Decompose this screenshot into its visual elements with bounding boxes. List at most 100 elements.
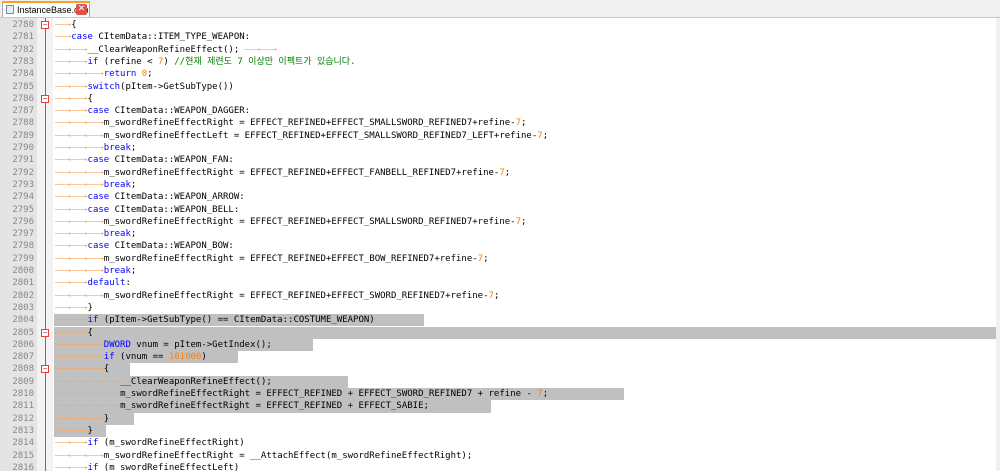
code-line[interactable]: 2814 ——→——→if (m_swordRefineEffectRight) bbox=[0, 437, 1000, 449]
code-line[interactable]: 2791 ——→——→case CItemData::WEAPON_FAN: bbox=[0, 154, 1000, 166]
code-line[interactable]: 2795 ——→——→case CItemData::WEAPON_BELL: bbox=[0, 204, 1000, 216]
line-number: 2793 bbox=[12, 179, 34, 190]
code-text: ——→——→——→m_swordRefineEffectRight = __At… bbox=[55, 450, 473, 461]
selection-highlight bbox=[54, 326, 1000, 339]
vertical-scrollbar[interactable] bbox=[996, 18, 1000, 471]
code-text: ——→{ bbox=[55, 20, 77, 30]
code-text: ——→——→case CItemData::WEAPON_FAN: bbox=[55, 155, 234, 166]
code-line[interactable]: 2807 ——→——→——→if (vnum == 101000) bbox=[0, 351, 1000, 364]
code-text: ——→——→——→m_swordRefineEffectLeft = EFFEC… bbox=[55, 130, 549, 141]
line-number: 2782 bbox=[12, 44, 34, 55]
code-line[interactable]: 2793 ——→——→——→break; bbox=[0, 179, 1000, 191]
code-text: ——→——→case CItemData::WEAPON_DAGGER: bbox=[55, 106, 251, 117]
code-text: ——→——→{ bbox=[55, 327, 93, 338]
code-line[interactable]: 2803 ——→——→} bbox=[0, 302, 1000, 314]
code-line[interactable]: 2789 ——→——→——→m_swordRefineEffectLeft = E… bbox=[0, 130, 1000, 142]
code-line[interactable]: 2784 ——→——→——→return 0; bbox=[0, 68, 1000, 80]
line-number: 2785 bbox=[12, 81, 34, 92]
code-line[interactable]: 2815 ——→——→——→m_swordRefineEffectRight = … bbox=[0, 450, 1000, 462]
code-text: ——→——→——→m_swordRefineEffectRight = EFFE… bbox=[55, 118, 527, 129]
line-number: 2807 bbox=[12, 352, 34, 363]
code-line[interactable]: 2790 ——→——→——→break; bbox=[0, 142, 1000, 154]
code-line[interactable]: 2809 ——→——→——→——→__ClearWeaponRefineEffec… bbox=[0, 375, 1000, 388]
code-line[interactable]: 2781 ——→case CItemData::ITEM_TYPE_WEAPON: bbox=[0, 31, 1000, 43]
code-text: ——→——→——→break; bbox=[55, 179, 137, 190]
code-text: ——→——→——→m_swordRefineEffectRight = EFFE… bbox=[55, 167, 511, 178]
code-line[interactable]: 2805− ——→——→{ bbox=[0, 326, 1000, 339]
code-text: ——→——→case CItemData::WEAPON_ARROW: bbox=[55, 192, 245, 203]
code-text: ——→——→——→——→m_swordRefineEffectRight = E… bbox=[55, 389, 549, 399]
line-number: 2800 bbox=[12, 266, 34, 276]
code-line[interactable]: 2788 ——→——→——→m_swordRefineEffectRight = … bbox=[0, 117, 1000, 129]
line-number: 2796 bbox=[12, 216, 34, 227]
code-text: ——→——→——→{ bbox=[55, 364, 110, 375]
line-number: 2790 bbox=[12, 143, 34, 153]
code-line[interactable]: 2799 ——→——→——→m_swordRefineEffectRight = … bbox=[0, 253, 1000, 265]
code-line[interactable]: 2782 ——→——→__ClearWeaponRefineEffect(); —… bbox=[0, 44, 1000, 56]
fold-toggle-icon[interactable]: − bbox=[41, 365, 49, 374]
line-number: 2815 bbox=[12, 450, 34, 461]
line-number: 2808 bbox=[12, 364, 34, 375]
code-text: ——→——→——→m_swordRefineEffectRight = EFFE… bbox=[55, 216, 527, 227]
code-line[interactable]: 2787 ——→——→case CItemData::WEAPON_DAGGER: bbox=[0, 105, 1000, 117]
code-text: ——→——→switch(pItem->GetSubType()) bbox=[55, 81, 234, 92]
line-number: 2814 bbox=[12, 438, 34, 449]
code-text: ——→——→if (m_swordRefineEffectLeft) bbox=[55, 462, 240, 471]
line-number: 2810 bbox=[12, 389, 34, 399]
line-number: 2801 bbox=[12, 278, 34, 289]
code-line[interactable]: 2798 ——→——→case CItemData::WEAPON_BOW: bbox=[0, 240, 1000, 252]
line-number: 2795 bbox=[12, 204, 34, 215]
code-line[interactable]: 2786− ——→——→{ bbox=[0, 93, 1000, 105]
code-line[interactable]: 2796 ——→——→——→m_swordRefineEffectRight = … bbox=[0, 216, 1000, 228]
code-line[interactable]: 2797 ——→——→——→break; bbox=[0, 228, 1000, 240]
line-number: 2804 bbox=[12, 315, 34, 326]
code-text: ——→——→} bbox=[55, 302, 93, 313]
code-line[interactable]: 2811 ——→——→——→——→m_swordRefineEffectRight… bbox=[0, 400, 1000, 413]
code-line[interactable]: 2806 ——→——→——→DWORD vnum = pItem->GetInde… bbox=[0, 338, 1000, 352]
code-text: ——→——→——→m_swordRefineEffectRight = EFFE… bbox=[55, 290, 500, 301]
line-number: 2786 bbox=[12, 93, 34, 104]
code-line[interactable]: 2794 ——→——→case CItemData::WEAPON_ARROW: bbox=[0, 191, 1000, 203]
code-line[interactable]: 2812 ——→——→——→} bbox=[0, 412, 1000, 425]
code-editor[interactable]: 2780− ——→{2781 ——→case CItemData::ITEM_TYP… bbox=[0, 18, 1000, 471]
line-number: 2816 bbox=[12, 462, 34, 471]
code-line[interactable]: 2810 ——→——→——→——→m_swordRefineEffectRight… bbox=[0, 388, 1000, 401]
fold-toggle-icon[interactable]: − bbox=[41, 328, 49, 337]
fold-toggle-icon[interactable]: − bbox=[41, 94, 49, 103]
line-number: 2789 bbox=[12, 130, 34, 141]
line-number: 2780 bbox=[12, 20, 34, 30]
code-line[interactable]: 2800 ——→——→——→break; bbox=[0, 265, 1000, 277]
line-number: 2805 bbox=[12, 327, 34, 338]
code-line[interactable]: 2792 ——→——→——→m_swordRefineEffectRight = … bbox=[0, 167, 1000, 179]
code-text: ——→——→——→m_swordRefineEffectRight = EFFE… bbox=[55, 253, 489, 264]
line-number: 2797 bbox=[12, 229, 34, 240]
code-line[interactable]: 2808− ——→——→——→{ bbox=[0, 363, 1000, 376]
line-number: 2811 bbox=[12, 401, 34, 412]
code-line[interactable]: 2813 ——→——→} bbox=[0, 424, 1000, 438]
line-number: 2812 bbox=[12, 413, 34, 424]
close-icon[interactable]: ✕ bbox=[76, 4, 87, 15]
code-text: ——→——→——→break; bbox=[55, 266, 137, 276]
code-line[interactable]: 2802 ——→——→——→m_swordRefineEffectRight = … bbox=[0, 290, 1000, 302]
code-line[interactable]: 2804 ——→——→if (pItem->GetSubType() == CIt… bbox=[0, 314, 1000, 327]
line-number: 2783 bbox=[12, 56, 34, 67]
line-number: 2809 bbox=[12, 376, 34, 387]
code-line[interactable]: 2780− ——→{ bbox=[0, 19, 1000, 31]
fold-toggle-icon[interactable]: − bbox=[41, 21, 49, 29]
code-line[interactable]: 2801 ——→——→default: bbox=[0, 277, 1000, 289]
line-number: 2798 bbox=[12, 241, 34, 252]
tab-instancebase[interactable]: InstanceBase.cpp ✕ bbox=[2, 1, 90, 17]
code-text: ——→——→——→DWORD vnum = pItem->GetIndex(); bbox=[55, 339, 272, 350]
code-text: ——→case CItemData::ITEM_TYPE_WEAPON: bbox=[55, 32, 251, 43]
line-number: 2788 bbox=[12, 118, 34, 129]
code-text: ——→——→if (pItem->GetSubType() == CItemDa… bbox=[55, 315, 375, 326]
code-text: ——→——→——→——→__ClearWeaponRefineEffect(); bbox=[55, 376, 272, 387]
code-text: ——→——→} bbox=[55, 425, 93, 436]
code-text: ——→——→——→} bbox=[55, 413, 110, 424]
code-text: ——→——→case CItemData::WEAPON_BELL: bbox=[55, 204, 240, 215]
code-line[interactable]: 2783 ——→——→if (refine < 7) //현재 제련도 7 이상만… bbox=[0, 56, 1000, 68]
code-line[interactable]: 2816 ——→——→if (m_swordRefineEffectLeft) bbox=[0, 462, 1000, 471]
code-text: ——→——→——→break; bbox=[55, 143, 137, 153]
line-number: 2802 bbox=[12, 290, 34, 301]
code-line[interactable]: 2785 ——→——→switch(pItem->GetSubType()) bbox=[0, 81, 1000, 93]
